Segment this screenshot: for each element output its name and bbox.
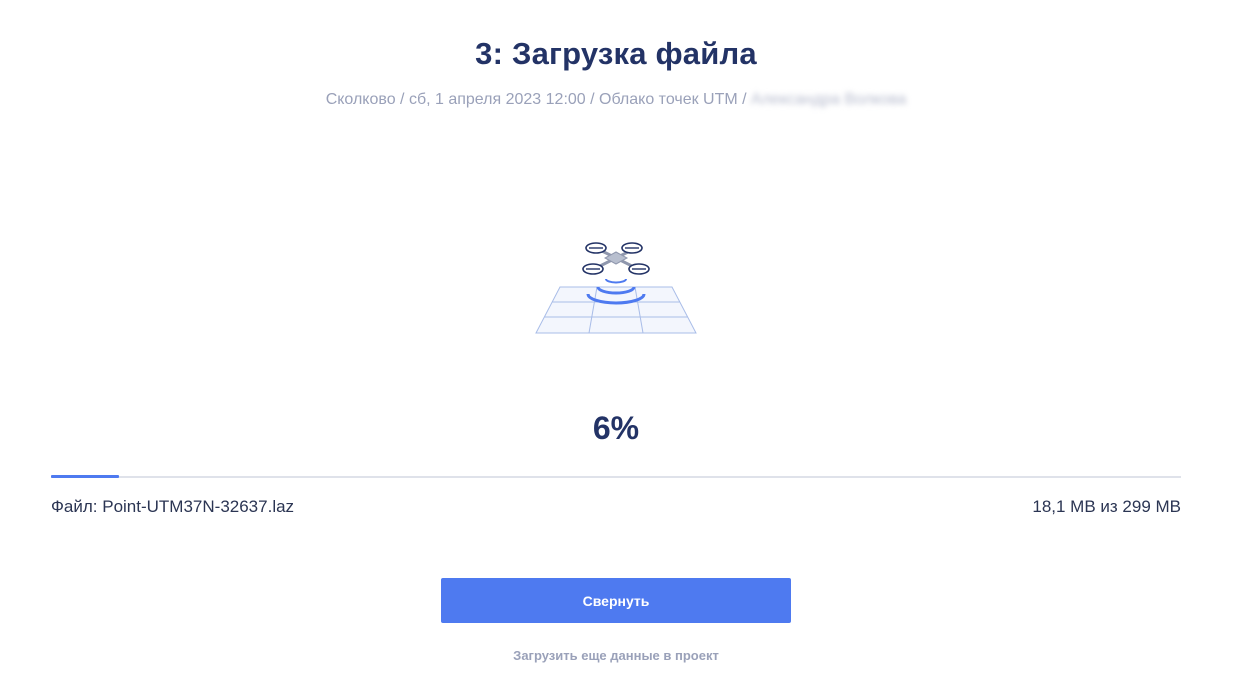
file-name: Файл: Point-UTM37N-32637.laz	[51, 497, 295, 516]
upload-more-link[interactable]: Загрузить еще данные в проект	[0, 648, 1232, 663]
progress-bar	[51, 475, 1181, 478]
collapse-button[interactable]: Свернуть	[441, 578, 791, 623]
file-size-progress: 18,1 MB из 299 MB	[1032, 497, 1181, 516]
breadcrumb-user: Александра Волкова	[751, 91, 907, 108]
file-info-row: Файл: Point-UTM37N-32637.laz 18,1 MB из …	[51, 497, 1181, 517]
progress-bar-fill	[51, 475, 119, 478]
drone	[582, 242, 650, 275]
progress-percent: 6%	[592, 410, 640, 446]
upload-page: 3: Загрузка файла Сколково / сб, 1 апрел…	[0, 0, 1256, 695]
page-title: 3: Загрузка файла	[475, 36, 757, 71]
breadcrumb-path: Сколково / сб, 1 апреля 2023 12:00 / Обл…	[325, 91, 752, 108]
drone-uploading-icon	[526, 232, 706, 342]
breadcrumb: Сколково / сб, 1 апреля 2023 12:00 / Обл…	[0, 91, 1232, 109]
